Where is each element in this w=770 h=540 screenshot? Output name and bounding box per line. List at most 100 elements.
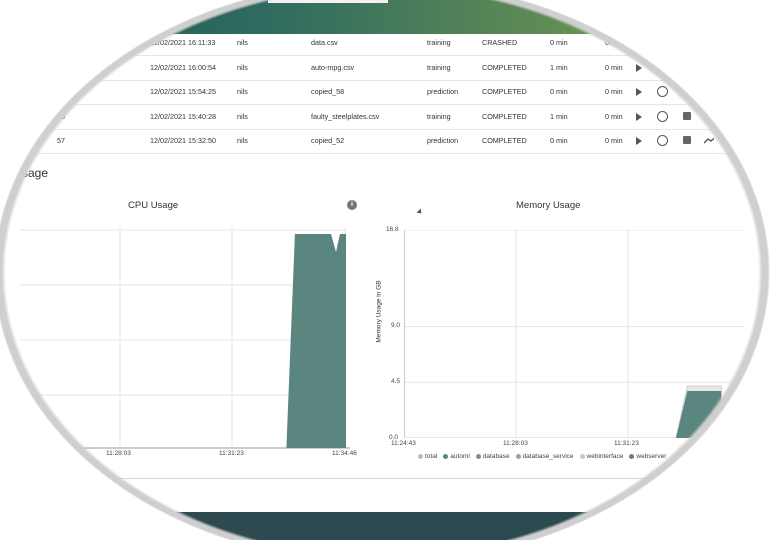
legend-marker [418, 453, 423, 459]
legend-label: database [482, 453, 510, 460]
footer: FAQ | ABOUT | LEGAL [0, 512, 770, 540]
cpu-info-icon[interactable]: i [347, 200, 357, 210]
row-status: COMPLETED [482, 111, 527, 121]
play-icon[interactable] [636, 137, 642, 145]
memory-x-tick: 11:31:23 [614, 440, 639, 447]
row-id: 58 [57, 111, 65, 121]
header-button[interactable] [268, 0, 388, 3]
footer-links: FAQ | ABOUT | LEGAL [563, 522, 660, 529]
row-dataset: copied_52 [311, 136, 345, 145]
table-row[interactable]: 58 12/02/2021 15:40:28 nils faulty_steelpla… [0, 105, 730, 130]
legend-item[interactable]: database [475, 453, 510, 460]
legend-label: webinterface [586, 453, 624, 460]
footer-link-faq[interactable]: FAQ [566, 522, 581, 529]
report-icon[interactable] [683, 87, 691, 95]
row-duration: 0 min [550, 87, 568, 96]
report-icon[interactable] [683, 111, 691, 120]
play-icon[interactable] [636, 88, 642, 96]
memory-x-tick: 11:28:03 [503, 440, 528, 447]
memory-y-axis-label: Memory Usage in GB [375, 280, 383, 343]
cpu-usage-chart [20, 228, 350, 449]
memory-area-total [404, 385, 722, 438]
row-user: nils [237, 111, 248, 121]
top-header [0, 0, 770, 34]
row-date: 12/02/2021 16:00:54 [150, 62, 216, 72]
row-type: prediction [427, 136, 459, 145]
row-status: COMPLETED [482, 62, 527, 72]
row-duration: 0 min [605, 87, 623, 96]
row-date: 12/02/2021 15:40:28 [150, 111, 216, 121]
cpu-x-tick: 11:34:46 [332, 450, 357, 457]
cpu-x-tick: 11:28:03 [106, 450, 131, 457]
inspect-icon[interactable] [657, 61, 668, 73]
row-type: prediction [427, 87, 459, 96]
row-date: 12/02/2021 15:32:50 [150, 136, 216, 145]
page: 12/02/2021 16:11:33 nils data.csv training C… [0, 0, 770, 540]
legend-label: webserver [636, 453, 667, 460]
play-icon[interactable] [636, 63, 642, 72]
legend-marker [629, 453, 635, 459]
memory-y-tick: 16.8 [386, 226, 399, 233]
memory-y-tick: 9.0 [391, 322, 401, 329]
row-date: 12/02/2021 15:54:25 [150, 87, 216, 96]
legend-item[interactable]: automl [443, 453, 470, 460]
row-duration: 0 min [550, 136, 568, 145]
report-icon[interactable] [683, 136, 691, 144]
play-icon[interactable] [636, 112, 642, 121]
row-duration: 1 min [550, 111, 568, 121]
trend-icon[interactable] [704, 111, 714, 121]
row-type: training [427, 62, 451, 72]
row-duration: 0 min [550, 38, 568, 47]
footer-link-about[interactable]: ABOUT [594, 522, 619, 529]
report-icon[interactable] [683, 62, 691, 71]
legend-label: automl [450, 453, 470, 460]
footer-separator: | [586, 522, 589, 529]
row-duration: 0 min [605, 136, 623, 145]
inspect-icon[interactable] [657, 86, 668, 97]
row-user: nils [237, 87, 248, 96]
memory-x-tick: 11:24:43 [391, 440, 416, 447]
table-row[interactable]: 57 12/02/2021 15:32:50 nils copied_52 predic… [0, 129, 730, 154]
row-user: nils [237, 136, 248, 145]
memory-y-axis-label-wrapper: Memory Usage in GB [366, 280, 386, 346]
legend-marker [515, 453, 521, 459]
footer-link-legal[interactable]: LEGAL [633, 522, 657, 529]
row-duration: 0 min [605, 62, 623, 72]
row-status: CRASHED [482, 38, 518, 47]
row-date: 12/02/2021 16:11:33 [150, 38, 216, 47]
memory-y-tick: 4.5 [391, 378, 401, 385]
memory-legend: total automl database database_service webin… [418, 453, 672, 460]
row-id: 59 [57, 87, 65, 96]
row-dataset: auto-mpg.csv [311, 62, 355, 72]
legend-marker [475, 453, 481, 459]
mouse-cursor [416, 208, 424, 216]
play-icon[interactable] [636, 39, 642, 47]
legend-marker [443, 453, 449, 459]
memory-chart-title: Memory Usage [516, 200, 581, 211]
row-type: training [427, 38, 451, 47]
legend-label: database_service [522, 453, 574, 460]
inspect-icon[interactable] [657, 110, 668, 122]
legend-item[interactable]: webinterface [579, 453, 624, 460]
trend-icon[interactable] [704, 135, 714, 145]
legend-marker [579, 453, 585, 459]
inspect-icon[interactable] [657, 37, 668, 48]
footer-separator: | [625, 522, 628, 529]
table-row[interactable]: 59 12/02/2021 15:54:25 nils copied_58 predic… [0, 80, 730, 105]
row-user: nils [237, 62, 248, 72]
table-row[interactable]: 12/02/2021 16:11:33 nils data.csv training C… [0, 31, 730, 56]
row-duration: 0 min [605, 111, 623, 121]
divider [0, 478, 770, 479]
row-status: COMPLETED [482, 136, 527, 145]
row-dataset: copied_58 [311, 87, 345, 96]
cpu-chart-title: CPU Usage [128, 200, 179, 211]
legend-item[interactable]: webserver [629, 453, 666, 460]
table-row[interactable]: 12/02/2021 16:00:54 nils auto-mpg.csv train… [0, 56, 730, 81]
row-duration: 1 min [550, 62, 568, 72]
row-id: 57 [57, 136, 65, 145]
legend-item[interactable]: database_service [515, 453, 574, 460]
inspect-icon[interactable] [657, 135, 668, 146]
legend-item[interactable]: total [418, 453, 437, 460]
legend-label: total [425, 453, 438, 460]
row-dataset: data.csv [311, 38, 338, 47]
